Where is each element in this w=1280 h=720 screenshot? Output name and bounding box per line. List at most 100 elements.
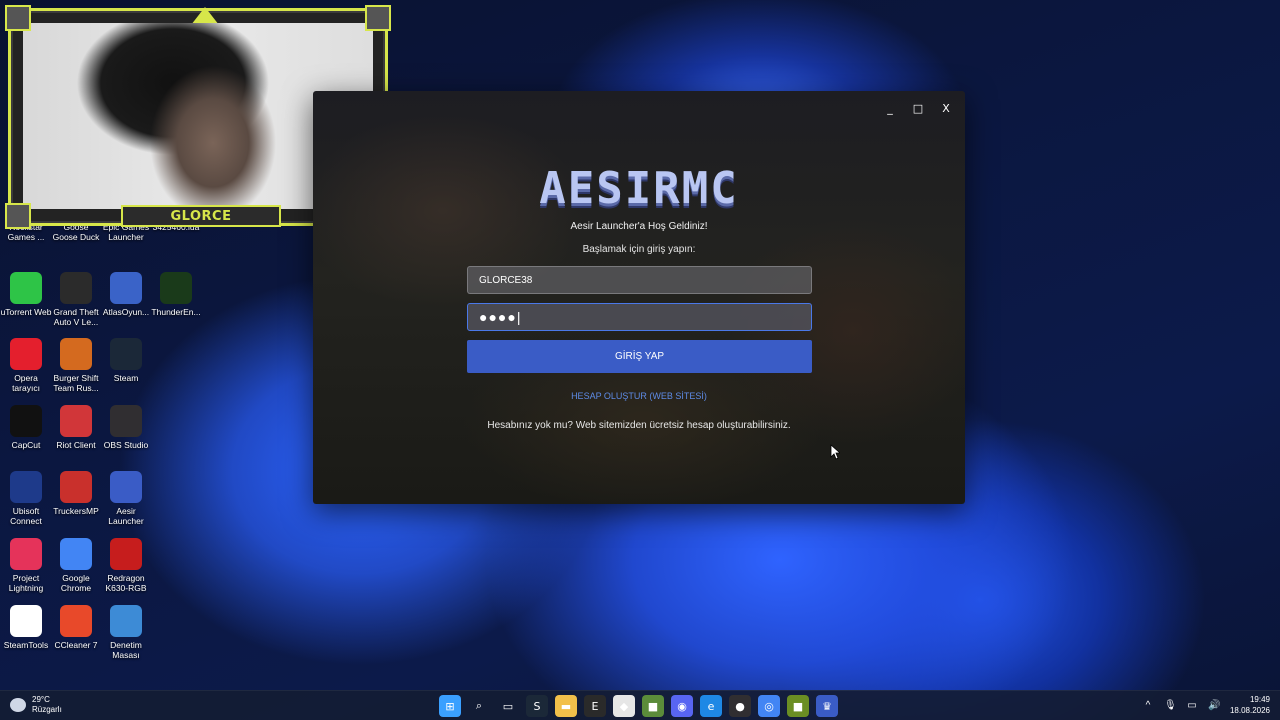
desktop-icon[interactable]: Riot Client [50,405,102,450]
steam-icon[interactable]: S [526,695,548,717]
desktop-icon-label: Riot Client [56,440,96,450]
project-lightning-icon [10,538,42,570]
desktop-icon-label: TruckersMP [53,506,99,516]
desktop-icon-label: Steam [113,373,139,383]
desktop-icon-label: SteamTools [3,640,49,650]
desktop-icon[interactable]: Redragon K630-RGB [100,538,152,593]
desktop-icon[interactable]: ThunderEn... [150,272,202,317]
windows-start-icon[interactable]: ⊞ [439,695,461,717]
network-icon[interactable]: ▭ [1186,700,1198,711]
desktop-icon-label: Redragon K630-RGB [105,573,147,593]
desktop-icon[interactable]: uTorrent Web [0,272,52,317]
edge-icon[interactable]: e [700,695,722,717]
window-controls: _ □ X [879,99,957,117]
desktop-icon-label: Burger Shift Team Rus... [53,373,99,393]
desktop-icon[interactable]: Denetim Masası [100,605,152,660]
volume-icon[interactable]: 🔊 [1208,700,1220,711]
desktop-icon[interactable]: TruckersMP [50,471,102,516]
desktop-icon[interactable]: Opera tarayıcı [0,338,52,393]
desktop-icon[interactable]: AtlasOyun... [100,272,152,317]
atlas-oyun-icon [110,272,142,304]
clock-date: 18.08.2026 [1229,706,1270,715]
gta-icon [60,272,92,304]
minimize-button[interactable]: _ [879,99,901,117]
desktop-icon[interactable]: CapCut [0,405,52,450]
desktop-icon-label: Aesir Launcher [108,506,144,526]
file-explorer-icon[interactable]: ▬ [555,695,577,717]
no-account-text: Hesabınız yok mu? Web sitemizden ücretsi… [487,420,791,431]
roblox-icon[interactable]: ◆ [613,695,635,717]
desktop-icon[interactable]: Project Lightning [0,538,52,593]
desktop-icon-label: CapCut [11,440,41,450]
weather-description: Rüzgarlı [32,705,62,714]
desktop-icon[interactable]: Burger Shift Team Rus... [50,338,102,393]
discord-icon[interactable]: ◉ [671,695,693,717]
desktop-icon[interactable]: Grand Theft Auto V Le... [50,272,102,327]
desktop-icon-label: Project Lightning [8,573,44,593]
desktop-icon-label: uTorrent Web [0,307,52,317]
desktop-icon[interactable]: Aesir Launcher [100,471,152,526]
username-input[interactable]: GLORCE38 [467,266,812,294]
desktop-icon-label: Ubisoft Connect [10,506,42,526]
close-button[interactable]: X [935,99,957,117]
maximize-button[interactable]: □ [907,99,929,117]
webcam-corner [365,5,391,31]
redragon-icon [110,538,142,570]
microphone-icon[interactable]: 🎙 [1164,700,1177,711]
epic-games-icon[interactable]: E [584,695,606,717]
clock-time: 19:49 [1249,695,1270,704]
ccleaner-icon [60,605,92,637]
taskbar-apps: ⊞ ⌕ ▭ S ▬ E ◆ ■ ◉ e ● ◎ ■ ♛ [439,695,838,717]
desktop-icon-label: Opera tarayıcı [12,373,40,393]
desktop-icon[interactable]: Ubisoft Connect [0,471,52,526]
chrome-icon [60,538,92,570]
steam-icon [110,338,142,370]
task-view-icon[interactable]: ▭ [497,695,519,717]
aesir-launcher-window: _ □ X AESIRMC Aesir Launcher'a Hoş Geldi… [313,91,965,504]
desktop-icon-label: Denetim Masası [110,640,142,660]
desktop-icon-label: OBS Studio [103,440,149,450]
webcam-corner [5,5,31,31]
desktop-icon-label: AtlasOyun... [102,307,150,317]
password-input[interactable]: ●●●●| [467,303,812,331]
minecraft-icon[interactable]: ■ [642,695,664,717]
mouse-cursor-icon [830,444,840,460]
search-icon[interactable]: ⌕ [468,695,490,717]
desktop-icon[interactable]: Google Chrome [50,538,102,593]
truckersmp-icon [60,471,92,503]
obs-icon[interactable]: ● [729,695,751,717]
taskbar: 29°C Rüzgarlı ⊞ ⌕ ▭ S ▬ E ◆ ■ ◉ e ● ◎ ■ ♛ ^ 🎙 ▭ 🔊 19:… [0,690,1280,720]
webcam-name-plate: GLORCE [121,205,281,227]
chevron-up-icon[interactable]: ^ [1142,700,1154,711]
capcut-icon [10,405,42,437]
login-prompt: Başlamak için giriş yapın: [582,244,696,255]
control-panel-icon [110,605,142,637]
desktop-icon-label: Grand Theft Auto V Le... [53,307,99,327]
aesir-launcher-icon [110,471,142,503]
weather-icon [10,698,26,712]
minecraft-launcher-icon[interactable]: ■ [787,695,809,717]
weather-temperature: 29°C [32,695,50,704]
weather-widget[interactable]: 29°C Rüzgarlı [10,695,62,715]
thunder-engine-icon [160,272,192,304]
desktop-icon[interactable]: Steam [100,338,152,383]
aesirmc-logo: AESIRMC [539,163,739,214]
desktop-icon-label: Google Chrome [60,573,92,593]
steamtools-icon [10,605,42,637]
create-account-link[interactable]: HESAP OLUŞTUR (WEB SİTESİ) [313,391,965,401]
desktop-icon[interactable]: CCleaner 7 [50,605,102,650]
opera-icon [10,338,42,370]
clock[interactable]: 19:49 18.08.2026 [1230,694,1270,716]
riot-client-icon [60,405,92,437]
aesir-launcher-icon[interactable]: ♛ [816,695,838,717]
login-button[interactable]: GİRİŞ YAP [467,340,812,373]
desktop-icon[interactable]: SteamTools [0,605,52,650]
webcam-corner [5,203,31,229]
welcome-text: Aesir Launcher'a Hoş Geldiniz! [570,221,708,232]
desktop-icon-label: CCleaner 7 [54,640,98,650]
desktop-icon-label: ThunderEn... [151,307,201,317]
burger-shift-icon [60,338,92,370]
desktop-icon[interactable]: OBS Studio [100,405,152,450]
chrome-icon[interactable]: ◎ [758,695,780,717]
ubisoft-icon [10,471,42,503]
